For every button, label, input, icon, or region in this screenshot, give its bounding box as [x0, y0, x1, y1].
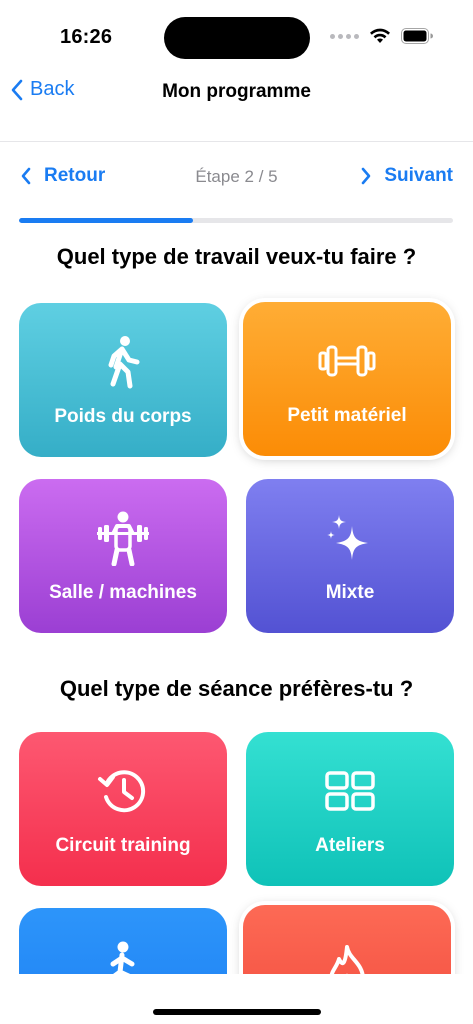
option-salle-machines[interactable]: Salle / machines — [19, 479, 227, 633]
option-mixte[interactable]: Mixte — [246, 479, 454, 633]
chevron-right-icon — [362, 167, 371, 185]
stepper: Retour Étape 2 / 5 Suivant — [0, 162, 473, 194]
option-label: Poids du corps — [54, 406, 192, 427]
page-title: Mon programme — [162, 81, 311, 102]
option-circuit-training[interactable]: Circuit training — [19, 732, 227, 886]
option-label: Petit matériel — [287, 405, 407, 426]
walking-person-icon — [93, 332, 153, 392]
option-label: Salle / machines — [49, 582, 197, 603]
home-indicator-area — [0, 974, 473, 1024]
option-label: Ateliers — [315, 835, 385, 856]
clock-history-icon — [93, 761, 153, 821]
dynamic-island — [164, 17, 310, 59]
session-type-title: Quel type de séance préfères-tu ? — [59, 676, 414, 701]
status-indicators — [330, 28, 433, 44]
dumbbell-icon — [317, 331, 377, 391]
option-petit-materiel[interactable]: Petit matériel — [243, 302, 451, 456]
status-time: 16:26 — [60, 26, 113, 48]
home-indicator[interactable] — [153, 1009, 321, 1015]
next-step-button[interactable]: Suivant — [360, 165, 453, 187]
option-ateliers[interactable]: Ateliers — [246, 732, 454, 886]
cellular-signal-icon — [330, 33, 359, 39]
wifi-icon — [370, 28, 390, 43]
work-type-title: Quel type de travail veux-tu faire ? — [56, 244, 417, 269]
status-bar: 16:26 — [0, 0, 473, 62]
option-poids-du-corps[interactable]: Poids du corps — [19, 303, 227, 457]
option-label: Mixte — [325, 582, 375, 603]
grid-icon — [320, 761, 380, 821]
progress-bar — [19, 218, 453, 223]
sparkles-icon — [320, 508, 380, 568]
battery-icon — [401, 28, 433, 44]
option-label: Circuit training — [55, 835, 191, 856]
navigation-bar: Back Mon programme — [0, 62, 473, 142]
weightlifter-icon — [93, 508, 153, 568]
progress-bar-fill — [19, 218, 193, 223]
next-step-label: Suivant — [384, 165, 453, 186]
